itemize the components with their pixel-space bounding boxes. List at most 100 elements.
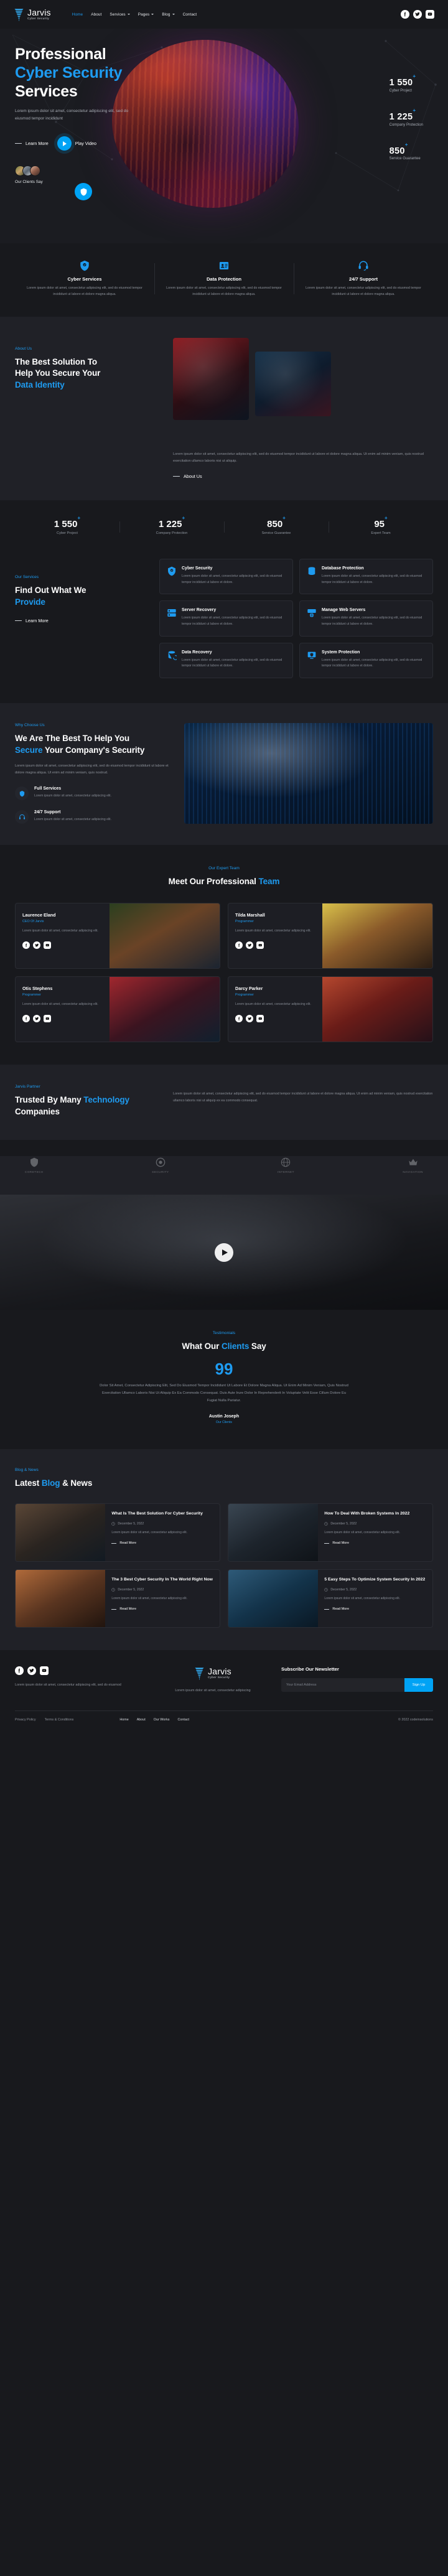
footer-link-contact[interactable]: Contact [177, 1718, 189, 1722]
partner-logos-row: CORETECH SECURITY INTERNET NAVIGATION [0, 1156, 448, 1195]
footer-link-home[interactable]: Home [119, 1718, 128, 1722]
nav-item-about[interactable]: About [91, 12, 101, 17]
hero-stat-label: Service Guarantee [389, 157, 421, 161]
team-member-card[interactable]: Darcy Parker Programmer Lorem ipsum dolo… [228, 976, 433, 1042]
youtube-icon[interactable] [44, 941, 51, 950]
dash-icon [324, 1542, 330, 1544]
footer-link-privacy[interactable]: Privacy Policy [15, 1718, 36, 1722]
testimonial-eyebrow: Testimonials [212, 1331, 236, 1336]
services-learn-more-button[interactable]: Learn More [15, 618, 147, 623]
blog-post-card[interactable]: What Is The Best Solution For Cyber Secu… [15, 1503, 220, 1562]
stat-label: Cyber Project [57, 531, 78, 535]
footer-link-about[interactable]: About [137, 1718, 146, 1722]
service-strip-item-data-protection[interactable]: Data Protection Lorem ipsum dolor sit am… [154, 259, 294, 298]
hero-play-video-button[interactable]: Play Video [57, 136, 96, 151]
blog-post-excerpt: Lorem ipsum dolor sit amet, consectetur … [324, 1530, 401, 1534]
service-strip-text: Lorem ipsum dolor sit amet, consectetur … [27, 286, 142, 296]
facebook-icon[interactable] [15, 1666, 24, 1675]
video-play-button[interactable] [215, 1243, 233, 1262]
about-link-button[interactable]: About Us [173, 474, 433, 479]
service-card-database-protection[interactable]: Database Protection Lorem ipsum dolor sit… [299, 558, 433, 595]
service-card-manage-web-servers[interactable]: Manage Web Servers Lorem ipsum dolor sit … [299, 600, 433, 637]
globe-icon [278, 1156, 294, 1169]
team-member-card[interactable]: Otis Stephens Programmer Lorem ipsum dol… [15, 976, 220, 1042]
facebook-icon[interactable] [22, 1015, 30, 1023]
twitter-icon[interactable] [33, 1015, 40, 1023]
footer-nav-links: Home About Our Works Contact [119, 1718, 189, 1722]
service-card-server-recovery[interactable]: Server Recovery Lorem ipsum dolor sit ame… [159, 600, 293, 637]
partner-logo-navigation: NAVIGATION [403, 1156, 423, 1174]
service-card-system-protection[interactable]: System Protection Lorem ipsum dolor sit a… [299, 642, 433, 678]
youtube-icon[interactable] [256, 1015, 264, 1023]
service-card-title: Data Recovery [182, 650, 212, 655]
youtube-icon[interactable] [426, 10, 434, 19]
testimonial-title: What Our Clients Say [182, 1342, 266, 1351]
blog-post-card[interactable]: How To Deal With Broken Systems In 2022 … [228, 1503, 433, 1562]
plus-icon: + [77, 515, 81, 521]
youtube-icon[interactable] [44, 1015, 51, 1023]
why-feature-text: Lorem ipsum dolor sit amet, consectetur … [34, 818, 112, 822]
nav-item-contact[interactable]: Contact [183, 12, 197, 17]
about-image-primary [173, 337, 249, 420]
blog-post-card[interactable]: 5 Easy Steps To Optimize System Security… [228, 1569, 433, 1628]
hero-stat-value: 1 225 [389, 111, 413, 122]
service-card-cyber-security[interactable]: Cyber Security Lorem ipsum dolor sit amet… [159, 558, 293, 595]
team-member-card[interactable]: Tilda Marshall Programmer Lorem ipsum do… [228, 902, 433, 969]
nav-item-pages[interactable]: Pages [138, 12, 154, 17]
nav-item-home[interactable]: Home [72, 12, 83, 17]
team-member-photo [322, 976, 432, 1042]
blog-read-more-button[interactable]: Read More [324, 1607, 426, 1611]
service-card-data-recovery[interactable]: Data Recovery Lorem ipsum dolor sit amet,… [159, 642, 293, 678]
data-recovery-icon [167, 650, 178, 670]
about-detail-row: Lorem ipsum dolor sit amet, consectetur … [0, 443, 448, 500]
blog-post-title: How To Deal With Broken Systems In 2022 [324, 1511, 410, 1516]
team-member-name: Otis Stephens [22, 985, 53, 991]
footer-link-terms[interactable]: Terms & Conditions [45, 1718, 74, 1722]
footer-social-links [15, 1666, 151, 1675]
facebook-icon[interactable] [22, 941, 30, 950]
twitter-icon[interactable] [246, 1015, 253, 1023]
brand-logo[interactable]: Jarvis Cyber Security [14, 7, 51, 22]
blog-post-card[interactable]: The 3 Best Cyber Security In The World R… [15, 1569, 220, 1628]
service-card-title: Cyber Security [182, 566, 213, 571]
youtube-icon[interactable] [256, 941, 264, 950]
newsletter-signup-button[interactable]: Sign Up [404, 1678, 433, 1692]
chevron-down-icon [172, 14, 175, 15]
hero-stat-label: Company Protection [389, 123, 423, 127]
facebook-icon[interactable] [401, 10, 409, 19]
twitter-icon[interactable] [413, 10, 422, 19]
nav-item-services[interactable]: Services [110, 12, 130, 17]
service-strip-item-cyber-services[interactable]: Cyber Services Lorem ipsum dolor sit ame… [15, 259, 154, 298]
stat-value: 95 [374, 518, 385, 530]
blog-read-more-button[interactable]: Read More [111, 1541, 213, 1545]
about-images [173, 337, 433, 420]
team-member-card[interactable]: Laurence Eland CEO Of Jarvis Lorem ipsum… [15, 902, 220, 969]
stat-value: 850 [267, 518, 283, 530]
twitter-icon[interactable] [33, 941, 40, 950]
site-header: Jarvis Cyber Security Home About Service… [0, 0, 448, 29]
plus-icon: + [404, 141, 408, 147]
blog-read-more-button[interactable]: Read More [324, 1541, 426, 1545]
service-strip-title: 24/7 Support [349, 276, 378, 282]
team-title: Meet Our Professional Team [168, 877, 280, 887]
footer-brand-logo[interactable]: Jarvis Cyber Security [151, 1666, 275, 1681]
facebook-icon[interactable] [235, 941, 243, 950]
footer-link-our-works[interactable]: Our Works [154, 1718, 170, 1722]
twitter-icon[interactable] [27, 1666, 36, 1675]
service-strip-text: Lorem ipsum dolor sit amet, consectetur … [166, 286, 282, 296]
hero-clients: Our Clients Say [15, 166, 448, 184]
facebook-icon[interactable] [235, 1015, 243, 1023]
nav-item-blog[interactable]: Blog [162, 12, 175, 17]
service-card-text: Lorem ipsum dolor sit amet, consectetur … [182, 616, 282, 626]
blog-read-more-button[interactable]: Read More [111, 1607, 213, 1611]
service-card-title: System Protection [322, 650, 360, 655]
twitter-icon[interactable] [246, 941, 253, 950]
service-card-text: Lorem ipsum dolor sit amet, consectetur … [322, 616, 422, 626]
blog-eyebrow: Blog & News [15, 1468, 39, 1473]
youtube-icon[interactable] [40, 1666, 49, 1675]
page-root: Jarvis Cyber Security Home About Service… [0, 0, 448, 1730]
blog-post-excerpt: Lorem ipsum dolor sit amet, consectetur … [111, 1596, 188, 1600]
service-strip-item-support[interactable]: 24/7 Support Lorem ipsum dolor sit amet,… [294, 259, 433, 298]
hero-learn-more-button[interactable]: Learn More [15, 141, 49, 146]
newsletter-email-input[interactable] [281, 1678, 404, 1692]
